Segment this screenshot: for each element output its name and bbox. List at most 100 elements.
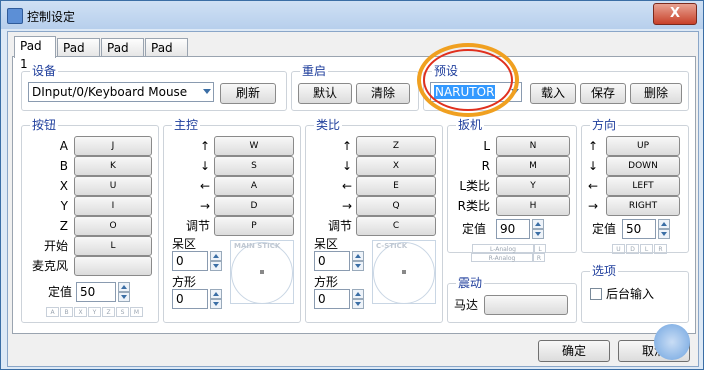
dpad-left-label: ←: [588, 179, 599, 193]
c-up-label: ↑: [341, 139, 352, 153]
button-mic-key[interactable]: [74, 256, 152, 276]
button-a-key[interactable]: J: [74, 136, 152, 156]
button-mic-label: 麦克风: [31, 259, 68, 273]
load-button[interactable]: 载入: [530, 83, 576, 104]
spin-up-icon[interactable]: [210, 251, 222, 261]
c-left-key[interactable]: E: [356, 176, 436, 196]
trigger-l-key[interactable]: N: [496, 136, 570, 156]
main-right-key[interactable]: D: [214, 196, 294, 216]
spin-down-icon[interactable]: [352, 261, 364, 271]
main-deadzone-input[interactable]: 0: [172, 251, 208, 271]
dpad-left-key[interactable]: LEFT: [606, 176, 680, 196]
c-stick-dot: [402, 270, 406, 274]
button-b-key[interactable]: K: [74, 156, 152, 176]
clear-button[interactable]: 清除: [356, 83, 410, 104]
default-button[interactable]: 默认: [298, 83, 352, 104]
trigger-l-analog-key[interactable]: Y: [496, 176, 570, 196]
c-stick-group-title: 类比: [314, 118, 343, 132]
dpad-threshold-input[interactable]: 50: [622, 219, 656, 239]
dpad-mini-d: D: [626, 244, 639, 254]
c-square-input[interactable]: 0: [314, 289, 350, 309]
trigger-r-key[interactable]: M: [496, 156, 570, 176]
tab-pad-4[interactable]: Pad 4: [145, 38, 188, 73]
c-down-label: ↓: [341, 159, 352, 173]
button-start-key[interactable]: L: [74, 236, 152, 256]
main-left-key[interactable]: A: [214, 176, 294, 196]
c-square-spinner[interactable]: [352, 289, 364, 309]
main-deadzone-spinner[interactable]: [210, 251, 222, 271]
spin-down-icon[interactable]: [118, 292, 130, 302]
c-modifier-label: 调节: [327, 219, 352, 233]
c-right-label: →: [341, 199, 352, 213]
triggers-group: 扳机 L N R M L类比 Y R类比 H 定值 90 L-Analog L: [447, 118, 577, 253]
spin-up-icon[interactable]: [352, 289, 364, 299]
buttons-group-title: 按钮: [30, 118, 59, 132]
c-deadzone-spinner[interactable]: [352, 251, 364, 271]
button-z-key[interactable]: O: [74, 216, 152, 236]
button-y-key[interactable]: I: [74, 196, 152, 216]
dpad-up-key[interactable]: UP: [606, 136, 680, 156]
spin-down-icon[interactable]: [532, 229, 544, 239]
main-square-spinner[interactable]: [210, 289, 222, 309]
buttons-group: 按钮 A J B K X U Y I Z O 开始 L 麦克风 定值 50 A …: [21, 118, 159, 323]
reset-group-title: 重启: [300, 64, 329, 78]
dialog-client: Pad 1 Pad 2 Pad 3 Pad 4 设备 DInput/0/Keyb…: [7, 31, 699, 367]
background-input-label[interactable]: 后台输入: [606, 287, 654, 301]
spin-up-icon[interactable]: [532, 219, 544, 229]
background-input-checkbox[interactable]: [590, 288, 602, 300]
highlight-circle-inner: [423, 49, 513, 111]
dpad-down-key[interactable]: DOWN: [606, 156, 680, 176]
button-start-label: 开始: [43, 239, 68, 253]
c-stick-preview: C-STICK: [372, 240, 436, 304]
spin-down-icon[interactable]: [210, 299, 222, 309]
button-z-label: Z: [59, 219, 68, 233]
buttons-threshold-label: 定值: [48, 285, 73, 299]
mini-button-s: S: [116, 307, 129, 317]
spin-down-icon[interactable]: [658, 229, 670, 239]
trigger-r-analog-key[interactable]: H: [496, 196, 570, 216]
main-square-input[interactable]: 0: [172, 289, 208, 309]
c-deadzone-label: 呆区: [314, 237, 339, 251]
c-right-key[interactable]: Q: [356, 196, 436, 216]
main-deadzone-label: 呆区: [172, 237, 197, 251]
spin-up-icon[interactable]: [658, 219, 670, 229]
main-up-key[interactable]: W: [214, 136, 294, 156]
spin-down-icon[interactable]: [352, 299, 364, 309]
ok-button[interactable]: 确定: [538, 340, 610, 362]
c-deadzone-input[interactable]: 0: [314, 251, 350, 271]
c-square-label: 方形: [314, 275, 339, 289]
c-up-key[interactable]: Z: [356, 136, 436, 156]
save-button[interactable]: 保存: [580, 83, 626, 104]
device-select[interactable]: DInput/0/Keyboard Mouse: [28, 82, 214, 102]
dpad-group: 方向 ↑ UP ↓ DOWN ← LEFT → RIGHT 定值 50 U D …: [581, 118, 689, 254]
button-x-key[interactable]: U: [74, 176, 152, 196]
c-modifier-key[interactable]: C: [356, 216, 436, 236]
delete-button[interactable]: 删除: [630, 83, 682, 104]
buttons-threshold-input[interactable]: 50: [76, 282, 116, 302]
window-title: 控制设定: [27, 10, 76, 24]
trigger-threshold-input[interactable]: 90: [496, 219, 530, 239]
c-down-key[interactable]: X: [356, 156, 436, 176]
spin-down-icon[interactable]: [210, 261, 222, 271]
dpad-threshold-spinner[interactable]: [658, 219, 670, 239]
tab-pad-2[interactable]: Pad 2: [57, 38, 100, 73]
motor-key[interactable]: [484, 295, 568, 315]
close-button[interactable]: X: [653, 3, 697, 25]
refresh-button[interactable]: 刷新: [220, 83, 276, 104]
c-left-label: ←: [341, 179, 352, 193]
tab-pad-3[interactable]: Pad 3: [101, 38, 144, 73]
main-down-key[interactable]: S: [214, 156, 294, 176]
main-modifier-key[interactable]: P: [214, 216, 294, 236]
spin-up-icon[interactable]: [118, 282, 130, 292]
trigger-threshold-spinner[interactable]: [532, 219, 544, 239]
buttons-threshold-spinner[interactable]: [118, 282, 130, 302]
c-stick-label: C-STICK: [376, 242, 408, 250]
device-group: 设备 DInput/0/Keyboard Mouse 刷新: [21, 64, 287, 111]
main-up-label: ↑: [199, 139, 210, 153]
tab-pad-1[interactable]: Pad 1: [14, 36, 56, 71]
spin-up-icon[interactable]: [210, 289, 222, 299]
spin-up-icon[interactable]: [352, 251, 364, 261]
dpad-right-key[interactable]: RIGHT: [606, 196, 680, 216]
trigger-threshold-label: 定值: [462, 222, 487, 236]
tab-panel: 设备 DInput/0/Keyboard Mouse 刷新 重启 默认 清除 预…: [12, 43, 696, 334]
